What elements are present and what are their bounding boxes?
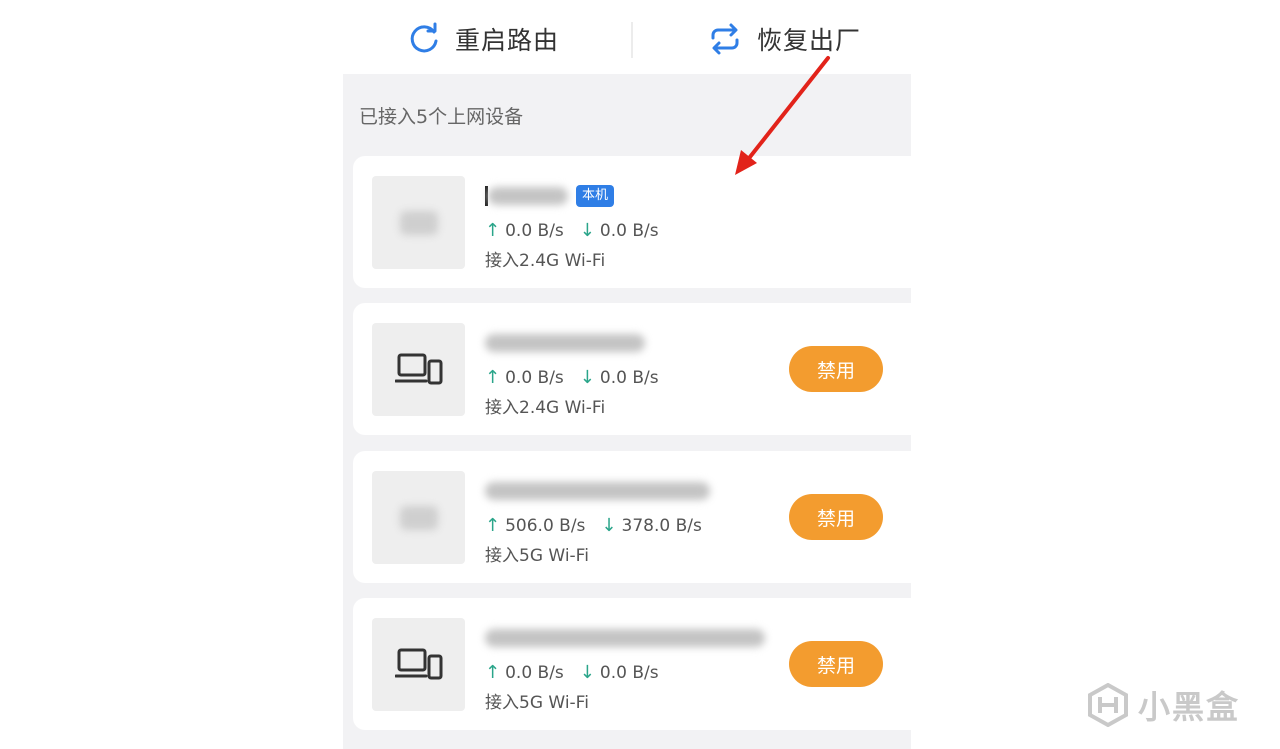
device-name-redacted: [485, 626, 765, 650]
disable-device-button[interactable]: 禁用: [789, 641, 883, 687]
factory-reset-label: 恢复出厂: [757, 26, 862, 55]
device-card[interactable]: ↑ 0.0 B/s ↓ 0.0 B/s 接入2.4G Wi-Fi 禁用: [353, 303, 911, 435]
upload-arrow-icon: ↑: [485, 220, 501, 241]
device-name-redacted: [485, 331, 645, 355]
upload-arrow-icon: ↑: [485, 515, 501, 536]
laptop-phone-icon: [394, 648, 442, 679]
download-speed: 378.0 B/s: [621, 515, 702, 536]
download-speed: 0.0 B/s: [599, 367, 659, 388]
device-name-redacted: 本机: [485, 184, 615, 208]
device-card[interactable]: ↑ 506.0 B/s ↓ 378.0 B/s 接入5G Wi-Fi 禁用: [353, 451, 911, 583]
watermark: 小黑盒: [1086, 682, 1240, 728]
restart-router-label: 重启路由: [455, 26, 560, 55]
connection-type: 接入5G Wi-Fi: [485, 693, 589, 713]
upload-arrow-icon: ↑: [485, 662, 501, 683]
device-speeds: ↑ 0.0 B/s ↓ 0.0 B/s: [485, 220, 659, 241]
download-arrow-icon: ↓: [579, 662, 595, 683]
download-arrow-icon: ↓: [601, 515, 617, 536]
device-card[interactable]: 本机 ↑ 0.0 B/s ↓ 0.0 B/s 接入2.4G Wi-Fi: [353, 156, 911, 288]
device-speeds: ↑ 0.0 B/s ↓ 0.0 B/s: [485, 367, 659, 388]
refresh-icon: [410, 22, 438, 53]
upload-speed: 0.0 B/s: [505, 220, 564, 241]
device-icon: [372, 618, 465, 711]
connection-type: 接入2.4G Wi-Fi: [485, 398, 606, 418]
device-speeds: ↑ 0.0 B/s ↓ 0.0 B/s: [485, 662, 659, 683]
sync-icon: [711, 23, 739, 55]
download-arrow-icon: ↓: [579, 220, 595, 241]
upload-arrow-icon: ↑: [485, 367, 501, 388]
this-device-badge: 本机: [576, 185, 615, 207]
device-card[interactable]: ↑ 0.0 B/s ↓ 0.0 B/s 接入5G Wi-Fi 禁用: [353, 598, 911, 730]
device-name-redacted: [485, 479, 710, 503]
phone-screen: 重启路由 恢复出厂 已接入5个上网设备 本机 ↑ 0.0 B/s ↓ 0.0 B: [343, 0, 911, 749]
download-speed: 0.0 B/s: [599, 662, 659, 683]
connected-devices-title: 已接入5个上网设备: [359, 106, 524, 128]
device-speeds: ↑ 506.0 B/s ↓ 378.0 B/s: [485, 515, 702, 536]
download-arrow-icon: ↓: [579, 367, 595, 388]
device-icon-blurred: [372, 471, 465, 564]
heybox-logo-icon: [1088, 683, 1128, 727]
download-speed: 0.0 B/s: [599, 220, 659, 241]
disable-device-button[interactable]: 禁用: [789, 494, 883, 540]
device-icon-blurred: [372, 176, 465, 269]
upload-speed: 0.0 B/s: [505, 367, 564, 388]
factory-reset-button[interactable]: 恢复出厂: [707, 20, 861, 58]
device-icon: [372, 323, 465, 416]
upload-speed: 506.0 B/s: [505, 515, 586, 536]
connection-type: 接入5G Wi-Fi: [485, 546, 589, 566]
connection-type: 接入2.4G Wi-Fi: [485, 251, 606, 271]
divider: [631, 22, 633, 58]
laptop-phone-icon: [394, 353, 442, 384]
disable-device-button[interactable]: 禁用: [789, 346, 883, 392]
restart-router-button[interactable]: 重启路由: [407, 20, 559, 58]
upload-speed: 0.0 B/s: [505, 662, 564, 683]
top-action-bar: 重启路由 恢复出厂: [343, 0, 911, 74]
watermark-text: 小黑盒: [1138, 688, 1241, 726]
